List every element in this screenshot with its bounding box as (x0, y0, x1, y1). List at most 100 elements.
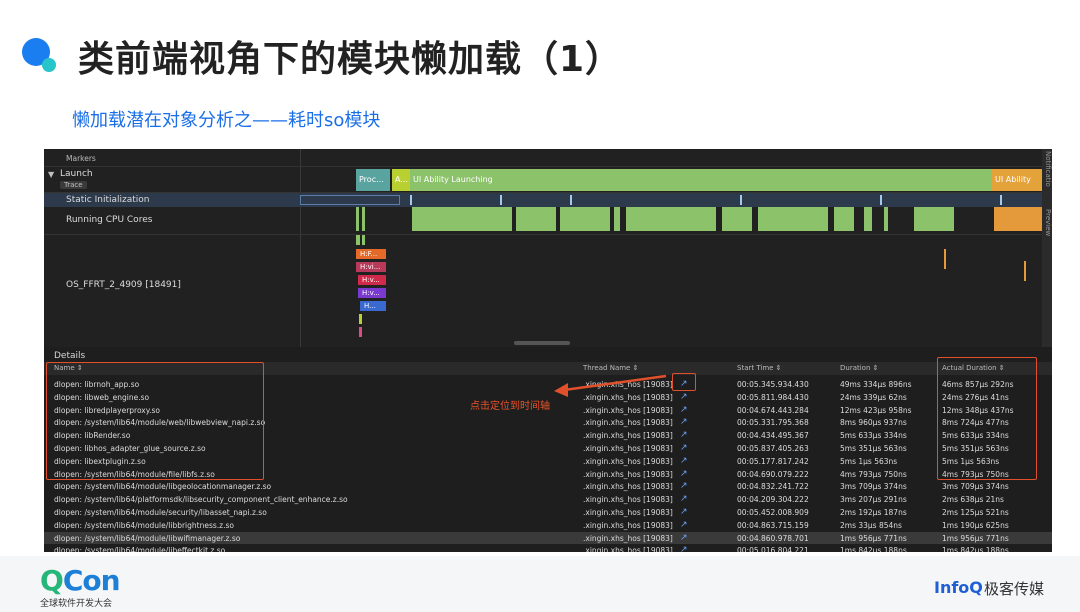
cell-duration: 3ms 207μs 291ns (840, 495, 907, 505)
divider (44, 234, 1042, 235)
table-row[interactable]: dlopen: /system/lib64/module/libeffectki… (44, 544, 1052, 552)
jump-to-timeline-icon[interactable]: ↗ (680, 456, 688, 466)
cell-start-time: 00:05.016.804.221 (737, 546, 809, 552)
cell-start-time: 00:04.832.241.722 (737, 482, 809, 492)
cell-start-time: 00:04.434.495.367 (737, 431, 809, 441)
slide-subtitle: 懒加载潜在对象分析之——耗时so模块 (72, 110, 381, 131)
cell-start-time: 00:05.177.817.242 (737, 456, 809, 466)
thread-item-h[interactable]: H... (360, 301, 386, 311)
cell-start-time: 00:05.811.984.430 (737, 392, 809, 402)
launch-slice-proc[interactable]: Proc... (356, 169, 390, 191)
highlight-name-column (46, 362, 264, 480)
jump-to-timeline-icon[interactable]: ↗ (680, 494, 688, 504)
col-start-header[interactable]: Start Time ⇕ (737, 364, 782, 372)
jump-to-timeline-icon[interactable]: ↗ (680, 533, 688, 543)
cell-thread: .xingin.xhs_hos [19083] (583, 405, 673, 415)
cell-start-time: 00:05.331.795.368 (737, 418, 809, 428)
trace-badge[interactable]: Trace (60, 181, 87, 189)
cell-actual-duration: 2ms 638μs 21ns (942, 495, 1004, 505)
track-cpu-cores-label: Running CPU Cores (66, 215, 153, 225)
expand-chevron-icon[interactable]: ▼ (48, 170, 54, 179)
cell-duration: 5ms 633μs 334ns (840, 431, 907, 441)
thread-slice[interactable] (362, 235, 365, 245)
annotation-arrow-icon (554, 374, 667, 397)
cell-thread: .xingin.xhs_hos [19083] (583, 444, 673, 453)
launch-slice-a[interactable]: A... (392, 169, 410, 191)
thread-item-hf[interactable]: H:F... (356, 249, 386, 259)
thread-slice[interactable] (1024, 261, 1026, 281)
cell-thread: .xingin.xhs_hos [19083] (583, 456, 673, 466)
cell-thread: .xingin.xhs_hos [19083] (583, 431, 673, 441)
cell-duration: 2ms 33μs 854ns (840, 520, 902, 530)
timeline-tracks[interactable]: Markers ▼ Launch Trace Proc... A... UI A… (44, 149, 1042, 347)
cell-actual-duration: 1ms 842μs 188ns (942, 546, 1009, 552)
jump-to-timeline-icon[interactable]: ↗ (680, 520, 688, 530)
cell-name: dlopen: /system/lib64/module/libeffectki… (54, 546, 226, 552)
profiler-panel: Markers ▼ Launch Trace Proc... A... UI A… (44, 149, 1052, 552)
cell-duration: 5ms 351μs 563ns (840, 444, 907, 453)
cell-duration: 49ms 334μs 896ns (840, 380, 912, 389)
thread-slice[interactable] (356, 235, 360, 245)
cell-duration: 24ms 339μs 62ns (840, 392, 907, 402)
cell-name: dlopen: /system/lib64/module/security/li… (54, 508, 267, 517)
cell-start-time: 00:05.837.405.263 (737, 444, 809, 453)
table-row[interactable]: dlopen: /system/lib64/module/libgeolocat… (44, 480, 1052, 493)
cell-thread: .xingin.xhs_hos [19083] (583, 508, 673, 517)
col-thread-header[interactable]: Thread Name ⇕ (583, 364, 638, 372)
cell-thread: .xingin.xhs_hos [19083] (583, 482, 673, 492)
thread-item-hvi[interactable]: H:vi... (356, 262, 386, 272)
brand-dot-small-icon (42, 58, 56, 72)
jump-to-timeline-icon[interactable]: ↗ (680, 469, 688, 479)
jump-to-timeline-icon[interactable]: ↗ (680, 507, 688, 517)
launch-slice-ui-ability-2[interactable]: UI Ability (992, 169, 1042, 191)
jump-to-timeline-icon[interactable]: ↗ (680, 405, 688, 415)
cell-duration: 12ms 423μs 958ns (840, 405, 912, 415)
cell-thread: .xingin.xhs_hos [19083] (583, 520, 673, 530)
thread-slice[interactable] (944, 249, 946, 269)
track-launch-label[interactable]: Launch (60, 169, 93, 179)
table-row[interactable]: dlopen: /system/lib64/module/libbrightne… (44, 519, 1052, 532)
cell-duration: 1ms 842μs 188ns (840, 546, 907, 552)
cell-start-time: 00:04.863.715.159 (737, 520, 809, 530)
cpu-core-stripes[interactable] (354, 207, 1042, 231)
static-init-slice[interactable] (300, 195, 400, 205)
timeline-drag-handle[interactable] (514, 341, 570, 345)
cell-actual-duration: 1ms 956μs 771ns (942, 533, 1009, 543)
table-row[interactable]: dlopen: /system/lib64/module/security/li… (44, 506, 1052, 519)
jump-to-timeline-icon[interactable]: ↗ (680, 417, 688, 427)
cell-start-time: 00:05.345.934.430 (737, 380, 809, 389)
col-duration-header[interactable]: Duration ⇕ (840, 364, 879, 372)
track-label-divider[interactable] (300, 149, 301, 347)
cell-start-time: 00:04.860.978.701 (737, 533, 809, 543)
infoq-brand-name: 极客传媒 (984, 580, 1045, 598)
thread-slice[interactable] (359, 327, 362, 337)
track-static-init-label: Static Initialization (66, 195, 150, 205)
qcon-logo: QCon (40, 564, 121, 597)
cell-thread: .xingin.xhs_hos [19083] (583, 546, 673, 552)
static-init-stripes[interactable] (410, 195, 1042, 205)
thread-item-hv-1[interactable]: H:v... (358, 275, 386, 285)
preview-tab[interactable]: Preview (1042, 209, 1052, 245)
cell-duration: 4ms 793μs 750ns (840, 469, 907, 479)
highlight-actual-duration (937, 357, 1037, 480)
cell-actual-duration: 1ms 190μs 625ns (942, 520, 1009, 530)
jump-to-timeline-icon[interactable]: ↗ (680, 443, 688, 453)
table-row[interactable]: dlopen: /system/lib64/platformsdk/libsec… (44, 493, 1052, 506)
highlight-jump-icon (672, 373, 696, 391)
jump-to-timeline-icon[interactable]: ↗ (680, 392, 688, 402)
cell-thread: .xingin.xhs_hos [19083] (583, 533, 673, 543)
table-row[interactable]: dlopen: /system/lib64/module/libwifimana… (44, 531, 1052, 545)
cell-start-time: 00:04.690.079.222 (737, 469, 809, 479)
launch-slice-ui-ability[interactable]: UI Ability Launching (410, 169, 992, 191)
annotation-text: 点击定位到时间轴 (470, 401, 550, 412)
thread-slice[interactable] (359, 314, 362, 324)
track-thread-label: OS_FFRT_2_4909 [18491] (66, 280, 181, 290)
cell-name: dlopen: /system/lib64/platformsdk/libsec… (54, 495, 348, 505)
cell-duration: 1ms 956μs 771ns (840, 533, 907, 543)
jump-to-timeline-icon[interactable]: ↗ (680, 545, 688, 552)
thread-item-hv-2[interactable]: H:v... (358, 288, 386, 298)
jump-to-timeline-icon[interactable]: ↗ (680, 481, 688, 491)
notifications-tab[interactable]: Notifications (1042, 151, 1052, 187)
jump-to-timeline-icon[interactable]: ↗ (680, 430, 688, 440)
cell-thread: .xingin.xhs_hos [19083] (583, 469, 673, 479)
